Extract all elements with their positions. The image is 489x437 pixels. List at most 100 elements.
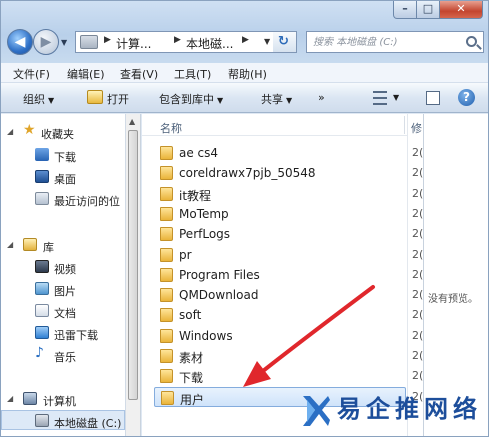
folder-name: coreldrawx7pjb_50548: [179, 166, 316, 180]
organize-button[interactable]: 组织 ▼: [23, 91, 54, 107]
sidebar-computer-header[interactable]: ◢ 计算机: [1, 389, 125, 409]
folder-name: pr: [179, 248, 192, 262]
sidebar-item-pictures[interactable]: 图片: [1, 279, 125, 299]
address-bar[interactable]: ▶ 计算... ▶ 本地磁... ▶ ▼: [75, 31, 297, 53]
folder-icon: [160, 166, 173, 180]
sidebar-item-local-disk-c[interactable]: 本地磁盘 (C:): [1, 410, 125, 430]
computer-icon: [80, 35, 98, 49]
folder-icon: [160, 207, 173, 221]
preview-pane-icon[interactable]: [426, 91, 440, 105]
search-box[interactable]: [306, 31, 484, 53]
computer-icon: [23, 392, 37, 405]
folder-row[interactable]: ae cs4: [154, 143, 406, 163]
breadcrumb-local-disk[interactable]: 本地磁...: [186, 35, 233, 52]
sidebar-item-desktop[interactable]: 桌面: [1, 167, 125, 187]
search-icon[interactable]: [466, 36, 477, 47]
document-library-icon: [35, 304, 49, 317]
folder-icon: [160, 329, 173, 343]
minimize-button[interactable]: –: [393, 1, 417, 19]
folder-row[interactable]: 素材: [154, 346, 406, 366]
folder-row[interactable]: soft: [154, 305, 406, 325]
collapse-icon[interactable]: ◢: [7, 240, 13, 249]
close-button[interactable]: ✕: [439, 1, 483, 19]
folder-row[interactable]: Program Files: [154, 265, 406, 285]
date-cell: 2(: [412, 369, 424, 382]
folder-row[interactable]: Windows: [154, 326, 406, 346]
include-in-library-button[interactable]: 包含到库中 ▼: [159, 91, 223, 107]
folder-name: it教程: [179, 189, 212, 203]
breadcrumb-separator-icon[interactable]: ▶: [174, 35, 181, 45]
sidebar-libraries-header[interactable]: ◢ 库: [1, 235, 125, 255]
date-cell: 2(: [412, 349, 424, 362]
breadcrumb-separator-icon[interactable]: ▶: [242, 35, 249, 45]
breadcrumb-separator-icon[interactable]: ▶: [104, 35, 111, 45]
maximize-button[interactable]: □: [416, 1, 440, 19]
breadcrumb-computer[interactable]: 计算...: [116, 35, 151, 52]
folder-name: Windows: [179, 329, 233, 343]
menu-edit[interactable]: 编辑(E): [67, 66, 105, 82]
more-commands-button[interactable]: »: [318, 91, 325, 104]
sidebar-favorites-header[interactable]: ◢ ★ 收藏夹: [1, 122, 125, 142]
scroll-up-icon[interactable]: ▲: [129, 117, 135, 126]
forward-button[interactable]: ▶: [33, 29, 59, 55]
sidebar-item-documents[interactable]: 文档: [1, 301, 125, 321]
folder-row[interactable]: coreldrawx7pjb_50548: [154, 163, 406, 183]
folder-row[interactable]: pr: [154, 245, 406, 265]
folder-icon: [160, 187, 173, 201]
back-button[interactable]: ◀: [7, 29, 33, 55]
sidebar-item-music[interactable]: ♪ 音乐: [1, 345, 125, 365]
sidebar-item-thunder-downloads[interactable]: 迅雷下载: [1, 323, 125, 343]
open-button[interactable]: 打开: [107, 91, 129, 107]
scrollbar-thumb[interactable]: [128, 130, 138, 400]
folder-row[interactable]: it教程: [154, 184, 406, 204]
explorer-window: – □ ✕ ◀ ▶ ▼ ▶ 计算... ▶ 本地磁... ▶ ▼ ↻ 文件(F)…: [0, 0, 489, 437]
command-toolbar: 组织 ▼ 打开 包含到库中 ▼ 共享 ▼ » ▼ ?: [1, 83, 488, 113]
date-cell: 2(: [412, 308, 424, 321]
address-dropdown-icon[interactable]: ▼: [264, 37, 270, 46]
date-cell: 2(: [412, 288, 424, 301]
star-icon: ★: [23, 122, 36, 138]
view-options-dropdown-icon[interactable]: ▼: [393, 93, 399, 102]
back-arrow-icon: ◀: [14, 34, 26, 50]
share-button[interactable]: 共享 ▼: [261, 91, 292, 107]
navigation-pane: ◢ ★ 收藏夹 下载 桌面 最近访问的位 ◢ 库 视频 图片 文档 迅雷下载 ♪…: [1, 114, 126, 436]
search-input[interactable]: [307, 32, 457, 52]
menu-view[interactable]: 查看(V): [120, 66, 158, 82]
picture-library-icon: [35, 282, 49, 295]
menu-file[interactable]: 文件(F): [13, 66, 50, 82]
change-view-icon[interactable]: [373, 91, 387, 105]
sidebar-item-downloads[interactable]: 下载: [1, 145, 125, 165]
sidebar-item-videos[interactable]: 视频: [1, 257, 125, 277]
navigation-pane-scrollbar[interactable]: ▲: [126, 114, 141, 436]
folder-row[interactable]: MoTemp: [154, 204, 406, 224]
collapse-icon[interactable]: ◢: [7, 394, 13, 403]
date-cell: 2(: [412, 227, 424, 240]
folder-name: 素材: [179, 351, 204, 365]
refresh-button[interactable]: ↻: [273, 31, 297, 53]
video-library-icon: [35, 260, 49, 273]
folder-name: QMDownload: [179, 288, 259, 302]
folder-icon: [160, 146, 173, 160]
recent-pages-dropdown-icon[interactable]: ▼: [61, 38, 67, 47]
no-preview-message: 没有预览。: [428, 294, 478, 305]
thunder-download-icon: [35, 326, 49, 339]
sidebar-item-recent-places[interactable]: 最近访问的位: [1, 189, 125, 209]
name-column-header[interactable]: 名称: [160, 120, 182, 136]
help-icon[interactable]: ?: [458, 89, 475, 106]
folder-name: MoTemp: [179, 207, 229, 221]
folder-row[interactable]: 下载: [154, 366, 406, 386]
column-divider[interactable]: [404, 116, 405, 134]
folder-row[interactable]: QMDownload: [154, 285, 406, 305]
folder-row[interactable]: PerfLogs: [154, 224, 406, 244]
collapse-icon[interactable]: ◢: [7, 127, 13, 136]
folder-icon: [160, 248, 173, 262]
column-header-row: 名称: [142, 114, 407, 136]
date-column-header[interactable]: 修: [411, 120, 422, 136]
date-cell: 2(: [412, 207, 424, 220]
chevron-down-icon: ▼: [286, 96, 293, 105]
folder-icon: [160, 227, 173, 241]
menu-help[interactable]: 帮助(H): [228, 66, 267, 82]
menu-tools[interactable]: 工具(T): [174, 66, 211, 82]
folder-row[interactable]: 用户: [154, 387, 406, 407]
preview-pane: 没有预览。: [423, 114, 488, 436]
